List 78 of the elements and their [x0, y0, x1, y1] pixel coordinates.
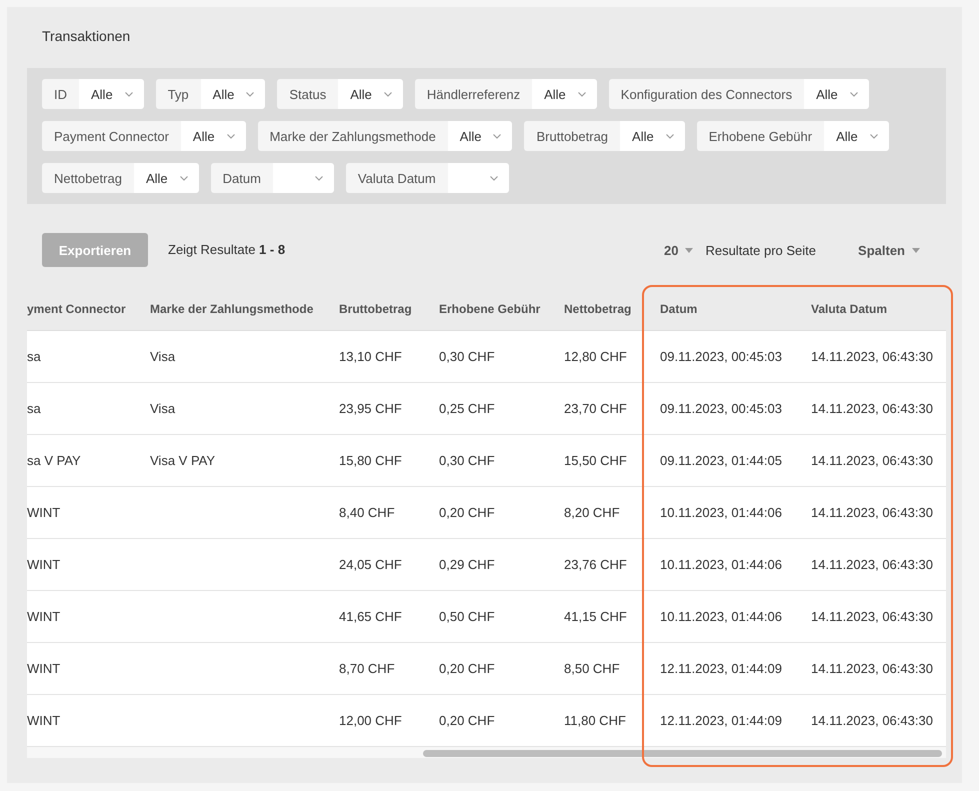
table-cell: 0,25 CHF [439, 401, 495, 416]
column-header: Valuta Datum [811, 301, 888, 318]
table-cell: sa [27, 349, 41, 364]
table-cell: 0,30 CHF [439, 453, 495, 468]
caret-icon [685, 248, 694, 252]
page-size-label: Resultate pro Seite [705, 242, 816, 258]
page-size-dropdown[interactable]: 20 [664, 242, 694, 258]
table-cell: Visa [150, 401, 176, 416]
table-cell: 24,05 CHF [339, 557, 402, 572]
table-cell: 14.11.2023, 06:43:30 [811, 609, 933, 624]
chevron-icon [490, 176, 498, 180]
table-cell: 14.11.2023, 06:43:30 [811, 557, 933, 572]
table-cell: 0,20 CHF [439, 661, 495, 676]
table-cell: 41,65 CHF [339, 609, 402, 624]
results-count: Zeigt Resultate 1 - 8 [168, 242, 286, 256]
chevron-icon [124, 92, 133, 96]
table-cell: 0,50 CHF [439, 609, 495, 624]
table-cell: 12,80 CHF [564, 349, 627, 364]
table-cell: 8,70 CHF [339, 661, 395, 676]
page-title: Transaktionen [41, 27, 132, 46]
table-cell: 12.11.2023, 01:44:09 [660, 713, 782, 728]
table-cell: 13,10 CHF [339, 349, 402, 364]
table-cell: 14.11.2023, 06:43:30 [811, 661, 933, 676]
column-header: Bruttobetrag [339, 301, 413, 318]
table-cell: 41,15 CHF [564, 609, 627, 624]
column-header: Marke der Zahlungsmethode [150, 301, 314, 318]
table-cell: 14.11.2023, 06:43:30 [811, 401, 933, 416]
column-header: Datum [660, 301, 698, 318]
chevron-icon [384, 92, 392, 96]
column-header: Nettobetrag [564, 301, 632, 318]
table-cell: 0,30 CHF [439, 349, 495, 364]
chevron-icon [493, 134, 502, 138]
chevron-icon [246, 92, 254, 96]
table-cell: 0,20 CHF [439, 713, 495, 728]
table-cell: 14.11.2023, 06:43:30 [811, 713, 933, 728]
table-cell: 14.11.2023, 06:43:30 [811, 349, 933, 364]
chevron-icon [226, 134, 235, 138]
table-cell: sa [27, 401, 41, 416]
table-cell: 0,29 CHF [439, 557, 495, 572]
table-cell: WINT [27, 661, 60, 676]
column-header: yment Connector [27, 301, 127, 318]
table-cell: 09.11.2023, 00:45:03 [660, 401, 782, 416]
table-cell: 10.11.2023, 01:44:06 [660, 505, 782, 520]
table-cell: 09.11.2023, 01:44:05 [660, 453, 782, 468]
column-header: Erhobene Gebühr [439, 301, 542, 318]
table-cell: 15,50 CHF [564, 453, 627, 468]
table-cell: 10.11.2023, 01:44:06 [660, 557, 782, 572]
table-cell: 23,70 CHF [564, 401, 627, 416]
columns-dropdown[interactable]: Spalten [858, 242, 920, 258]
table-cell: 14.11.2023, 06:43:30 [811, 505, 933, 520]
table-cell: 23,76 CHF [564, 557, 627, 572]
table-cell: Visa [150, 349, 176, 364]
chevron-icon [666, 134, 674, 138]
caret-icon [912, 248, 920, 252]
table-cell: 8,50 CHF [564, 661, 620, 676]
table-cell: WINT [27, 609, 60, 624]
table-cell: 12,00 CHF [339, 713, 402, 728]
table-cell: WINT [27, 557, 60, 572]
chevron-icon [850, 92, 858, 96]
table-cell: WINT [27, 505, 60, 520]
table-cell: WINT [27, 713, 60, 728]
chevron-icon [180, 176, 188, 180]
table-cell: sa V PAY [27, 453, 81, 468]
table-cell: 12.11.2023, 01:44:09 [660, 661, 782, 676]
table-cell: 14.11.2023, 06:43:30 [811, 453, 933, 468]
table-cell: 10.11.2023, 01:44:06 [660, 609, 782, 624]
table-cell: 11,80 CHF [564, 713, 626, 728]
chevron-icon [578, 92, 586, 96]
chevron-icon [314, 176, 323, 180]
table-cell: 09.11.2023, 00:45:03 [660, 349, 782, 364]
table-cell: 8,40 CHF [339, 505, 395, 520]
table-cell: Visa V PAY [150, 453, 216, 468]
table-cell: 0,20 CHF [439, 505, 495, 520]
table-cell: 8,20 CHF [564, 505, 620, 520]
table-cell: 15,80 CHF [339, 453, 402, 468]
table-cell: 23,95 CHF [339, 401, 402, 416]
scrollbar-thumb[interactable] [423, 750, 942, 757]
chevron-icon [870, 134, 878, 138]
